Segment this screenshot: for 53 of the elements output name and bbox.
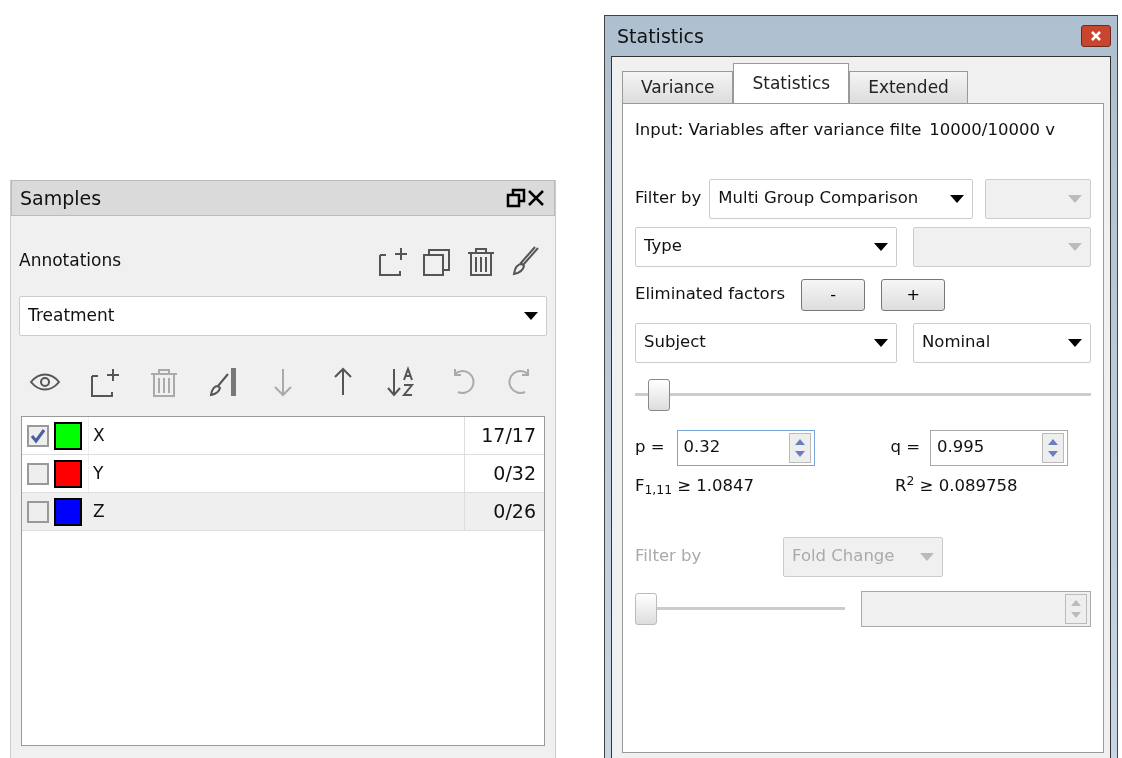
group-row[interactable]: X 17/17 [22,417,544,455]
group-name: X [88,417,464,454]
dropdown-caret-icon [1068,242,1082,251]
group-count: 17/17 [464,417,544,454]
section-label: Annotations [19,249,122,273]
color-swatch[interactable] [54,421,82,450]
checkbox[interactable] [27,424,49,447]
scale-dropdown[interactable]: Nominal [913,322,1091,363]
group-name: Z [88,493,464,530]
window-title: Statistics [617,23,704,49]
color-swatch[interactable] [54,497,82,526]
close-button[interactable] [1081,25,1111,47]
close-icon[interactable] [526,188,546,208]
parameter-label: q = [890,436,921,459]
factor-button[interactable]: + [881,278,946,311]
field-label: Filter by [635,545,703,568]
float-icon[interactable] [506,188,526,208]
dropdown-caret-icon [524,312,538,320]
factor-button[interactable]: - [801,278,866,311]
q-value-field[interactable]: 0.995 [930,429,1069,466]
factor-dropdown[interactable]: Subject [635,322,897,363]
input-description: Input: Variables after variance filte [635,119,922,141]
spin-arrows-icon[interactable] [1042,432,1065,463]
spin-arrows-icon[interactable] [788,432,811,463]
statistic-value: F$_{1,11}$ ≥ 1.0847 [635,474,756,499]
tab[interactable]: Statistics [733,63,850,103]
group-count: 0/32 [464,455,544,492]
input-count: 10000/10000 v [929,119,1055,141]
parameter-label: p = [635,436,665,459]
dropdown-caret-icon [874,242,888,251]
dropdown-caret-icon [950,194,965,203]
color-swatch[interactable] [54,459,82,488]
field-label: Eliminated factors [635,283,786,306]
dropdown-caret-icon [874,338,888,347]
annotation-dropdown[interactable]: Treatment [19,296,547,336]
type-dropdown[interactable]: Type [635,226,897,267]
group-count: 0/26 [464,493,544,530]
statistic-value: R$^{2}$ ≥ 0.089758 [895,473,1018,497]
field-label: Filter by [635,187,702,210]
panel-title: Samples [20,185,102,211]
dropdown-caret-icon [920,552,934,561]
filter-dropdown[interactable]: Multi Group Comparison [709,178,974,219]
slider-handle[interactable] [648,378,670,411]
dropdown-caret-icon [1068,338,1082,347]
value-field[interactable] [861,590,1091,627]
group-name: Y [88,455,464,492]
checkbox[interactable] [27,500,49,523]
dropdown-caret-icon [1068,194,1082,203]
tab[interactable]: Extended [849,71,968,103]
checkbox[interactable] [27,462,49,485]
p-value-field[interactable]: 0.32 [676,429,815,466]
tab[interactable]: Variance [622,71,734,103]
group-row[interactable]: Z 0/26 [22,493,544,531]
